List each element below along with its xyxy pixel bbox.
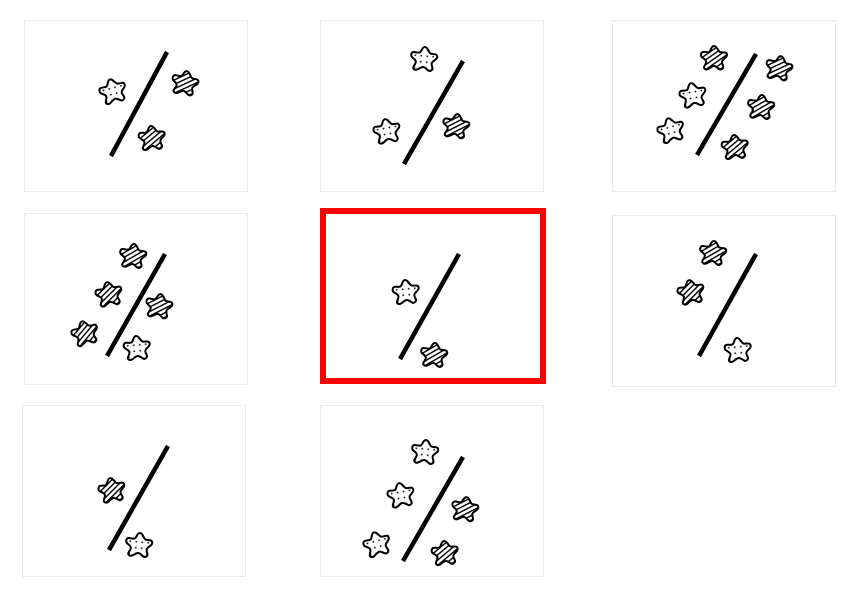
option-panel-4[interactable] [24,213,248,385]
divider-line [401,455,465,563]
panel-7-figure [95,444,170,559]
striped-blob [745,92,776,121]
striped-blob [95,474,128,505]
panel-8-figure [360,437,481,567]
striped-blob [117,241,148,270]
striped-blob [169,67,201,98]
dotted-blob [390,277,421,306]
dotted-blob [409,437,440,466]
striped-blob [449,494,481,524]
divider-line [697,252,758,358]
dotted-blob [121,333,152,362]
dotted-blob [96,75,130,107]
striped-blob [674,276,707,307]
option-panel-5-selected[interactable] [320,208,546,384]
divider-line [402,59,465,166]
dotted-blob [654,114,688,146]
dotted-blob [360,528,394,560]
divider-line [398,252,461,361]
option-panel-2[interactable] [320,20,544,192]
dotted-blob [676,79,709,110]
striped-blob [699,45,728,71]
option-panel-3[interactable] [612,20,836,192]
striped-blob [143,291,175,321]
dotted-blob [722,335,753,364]
striped-blob [763,52,795,83]
striped-blob [418,340,449,369]
striped-blob [440,111,472,141]
panel-5-figure [390,252,461,369]
striped-blob [719,132,750,161]
panel-4-figure [68,241,175,362]
panel-6-figure [674,238,758,364]
option-panel-7[interactable] [22,405,246,577]
striped-blob [697,238,728,267]
striped-blob [92,278,125,309]
striped-blob [429,538,460,567]
panel-1-figure [96,50,201,158]
option-panel-6[interactable] [612,215,836,387]
dotted-blob [384,479,417,510]
panel-2-figure [370,44,472,166]
option-panel-1[interactable] [24,20,248,192]
dotted-blob [123,530,154,559]
striped-blob [136,123,167,152]
dotted-blob [370,115,403,146]
dotted-blob [408,44,439,73]
option-panel-8[interactable] [320,405,544,577]
striped-blob [68,317,102,349]
panel-3-figure [654,45,795,161]
